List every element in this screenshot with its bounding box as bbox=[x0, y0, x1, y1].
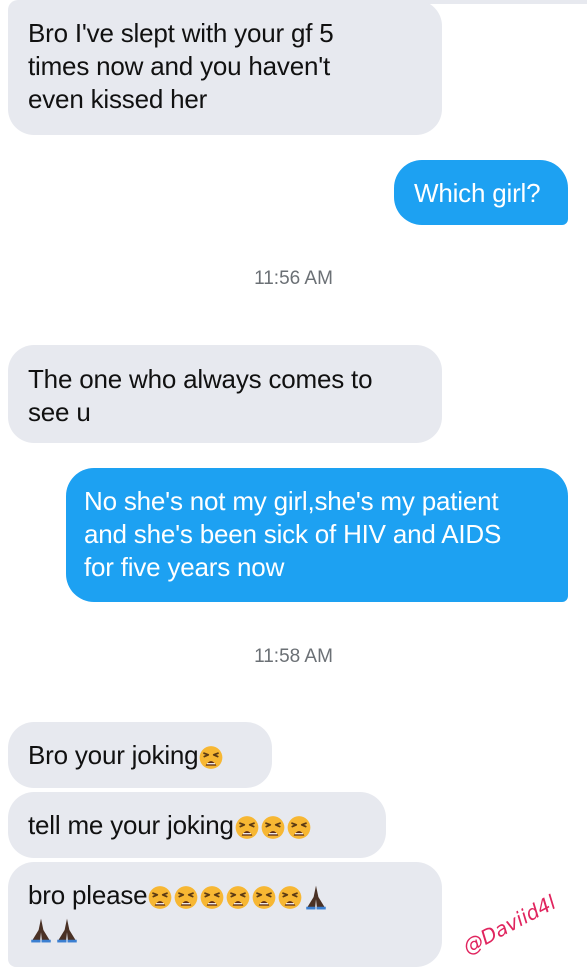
message-bubble-outgoing[interactable]: Which girl? bbox=[394, 160, 568, 225]
message-bubble-incoming[interactable]: Bro your joking bbox=[8, 722, 272, 788]
message-text-line: see u bbox=[28, 397, 91, 427]
tired-face-emoji-icon bbox=[251, 884, 277, 910]
message-text-line: times now and you haven't bbox=[28, 51, 331, 81]
message-bubble-incoming[interactable]: The one who always comes to see u bbox=[8, 345, 442, 443]
message-text-line: The one who always comes to bbox=[28, 364, 373, 394]
message-text-line: for five years now bbox=[84, 552, 285, 582]
tired-face-emoji-icon bbox=[173, 884, 199, 910]
message-text: Bro your joking bbox=[28, 740, 199, 770]
tired-face-emoji-icon bbox=[286, 814, 312, 840]
tired-face-emoji-icon bbox=[198, 744, 224, 770]
folded-hands-emoji-icon bbox=[303, 884, 329, 910]
message-bubble-incoming[interactable]: bro please bbox=[8, 862, 442, 967]
watermark-handle: @Daviid4l bbox=[458, 890, 560, 959]
message-bubble-outgoing[interactable]: No she's not my girl,she's my patient an… bbox=[66, 468, 568, 602]
folded-hands-emoji-icon bbox=[54, 917, 80, 943]
tired-face-emoji-icon bbox=[225, 884, 251, 910]
message-text-line: even kissed her bbox=[28, 84, 208, 114]
message-text-line: No she's not my girl,she's my patient bbox=[84, 486, 499, 516]
tired-face-emoji-icon bbox=[199, 884, 225, 910]
timestamp: 11:56 AM bbox=[254, 268, 333, 289]
message-text: tell me your joking bbox=[28, 810, 234, 840]
tired-face-emoji-icon bbox=[147, 884, 173, 910]
folded-hands-emoji-icon bbox=[28, 917, 54, 943]
message-text: bro please bbox=[28, 880, 148, 910]
message-text-line: and she's been sick of HIV and AIDS bbox=[84, 519, 502, 549]
message-text-line: Bro I've slept with your gf 5 bbox=[28, 18, 334, 48]
tired-face-emoji-icon bbox=[260, 814, 286, 840]
message-text-line: Which girl? bbox=[414, 178, 541, 208]
tired-face-emoji-icon bbox=[277, 884, 303, 910]
timestamp: 11:58 AM bbox=[254, 646, 333, 667]
tired-face-emoji-icon bbox=[234, 814, 260, 840]
conversation-thread: Bro I've slept with your gf 5 times now … bbox=[0, 0, 587, 975]
message-bubble-incoming[interactable]: tell me your joking bbox=[8, 792, 386, 858]
message-bubble-incoming[interactable]: Bro I've slept with your gf 5 times now … bbox=[8, 0, 442, 135]
